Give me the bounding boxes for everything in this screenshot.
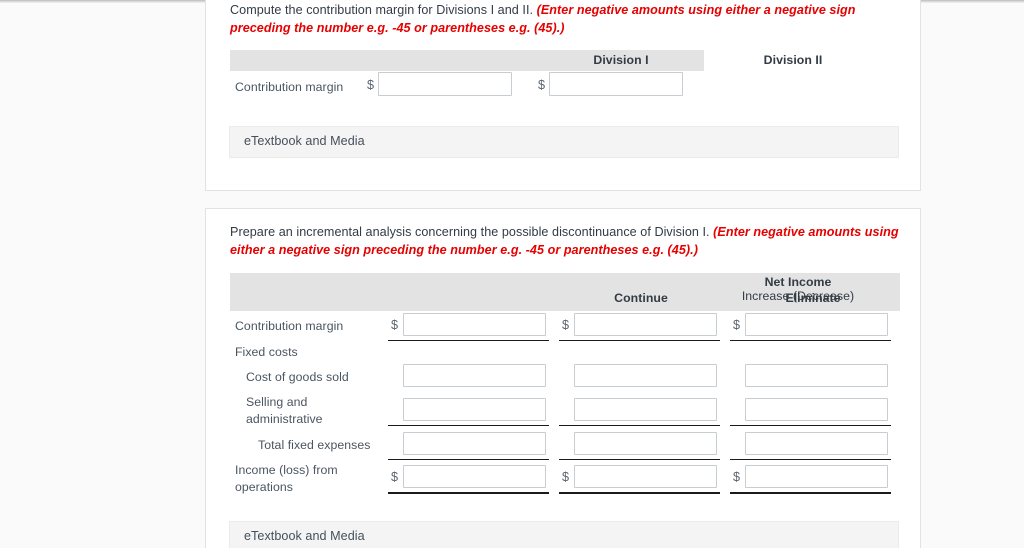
part-two-etextbook-and-media-bar[interactable]: eTextbook and Media [229,521,899,548]
part-two-column-header-net-income-line1: Net Income [764,275,832,289]
part-two-input-cost-of-goods-sold-continue[interactable] [403,364,546,387]
part-one-input-contribution-margin-division-2[interactable] [549,72,683,96]
part-two-row-label-cost-of-goods-sold: Cost of goods sold [246,370,349,384]
part-two-dollar-sign-net-income-income-loss: $ [733,470,741,484]
part-two-rule-continue-total [388,492,549,494]
part-one-dollar-sign-division-1: $ [367,78,375,92]
part-two-rule-eliminate-total [559,492,720,494]
part-two-dollar-sign-net-income-contribution-margin: $ [733,318,741,332]
part-two-rule-eliminate-3 [559,459,720,460]
part-one-etextbook-and-media-label: eTextbook and Media [244,134,365,148]
part-two-row-label-fixed-costs: Fixed costs [235,345,298,359]
part-two-column-header-net-income-line2: Increase (Decrease) [741,289,855,303]
part-two-row-label-contribution-margin: Contribution margin [235,319,344,333]
part-two-rule-continue-1 [388,340,549,341]
part-two-rule-continue-2 [388,425,549,426]
part-two-input-income-loss-from-operations-continue[interactable] [403,465,546,488]
part-two-input-total-fixed-expenses-eliminate[interactable] [574,432,717,455]
question-card-part-two: Prepare an incremental analysis concerni… [205,208,921,548]
part-one-prompt-text: Compute the contribution margin for Divi… [230,3,537,17]
part-one-column-header-division-1: Division I [593,53,649,67]
part-two-rule-net-income-1 [730,340,891,341]
part-two-prompt: Prepare an incremental analysis concerni… [230,224,902,259]
question-card-part-one: Compute the contribution margin for Divi… [205,0,921,191]
part-two-rule-eliminate-1 [559,340,720,341]
part-two-column-header-continue: Continue [614,291,668,305]
part-two-rule-eliminate-2 [559,425,720,426]
part-two-input-contribution-margin-continue[interactable] [403,313,546,336]
part-two-rule-net-income-3 [730,459,891,460]
part-two-etextbook-and-media-label: eTextbook and Media [244,529,365,543]
part-two-input-selling-and-administrative-net-income[interactable] [745,398,888,421]
part-two-input-cost-of-goods-sold-eliminate[interactable] [574,364,717,387]
part-two-dollar-sign-continue-income-loss: $ [391,470,399,484]
part-two-input-income-loss-from-operations-net-income[interactable] [745,465,888,488]
part-two-row-label-income-loss-from-operations: Income (loss) from operations [235,463,338,494]
part-two-input-selling-and-administrative-continue[interactable] [403,398,546,421]
part-one-row-label-contribution-margin: Contribution margin [235,80,344,94]
part-two-input-total-fixed-expenses-continue[interactable] [403,432,546,455]
part-two-rule-continue-3 [388,459,549,460]
part-one-prompt: Compute the contribution margin for Divi… [230,2,902,37]
part-two-column-header-net-income: Net Income Increase (Decrease) [718,275,878,303]
part-two-row-label-selling-and-administrative: Selling and administrative [246,395,323,426]
part-one-dollar-sign-division-2: $ [538,78,546,92]
part-two-dollar-sign-continue-contribution-margin: $ [391,318,399,332]
part-two-input-contribution-margin-eliminate[interactable] [574,313,717,336]
part-two-input-income-loss-from-operations-eliminate[interactable] [574,465,717,488]
part-two-input-cost-of-goods-sold-net-income[interactable] [745,364,888,387]
part-two-dollar-sign-eliminate-income-loss: $ [562,470,570,484]
page-root: Compute the contribution margin for Divi… [0,0,1024,548]
part-two-input-contribution-margin-net-income[interactable] [745,313,888,336]
part-one-column-header-division-2: Division II [763,53,823,67]
part-two-input-selling-and-administrative-eliminate[interactable] [574,398,717,421]
part-two-rule-net-income-total [730,492,891,494]
part-two-dollar-sign-eliminate-contribution-margin: $ [562,318,570,332]
part-two-prompt-text: Prepare an incremental analysis concerni… [230,225,714,239]
part-two-input-total-fixed-expenses-net-income[interactable] [745,432,888,455]
part-one-etextbook-and-media-bar[interactable]: eTextbook and Media [229,126,899,158]
part-two-rule-net-income-2 [730,425,891,426]
part-one-input-contribution-margin-division-1[interactable] [378,72,512,96]
